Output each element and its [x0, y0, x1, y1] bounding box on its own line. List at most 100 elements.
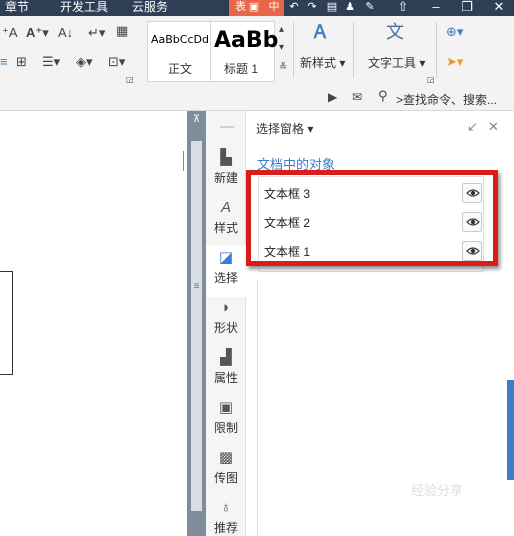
command-search-input[interactable]: >查找命令、搜索...	[396, 91, 497, 108]
user-icon[interactable]: ♟	[344, 1, 356, 13]
new-style-icon[interactable]: Ａ	[311, 23, 329, 41]
select-icon: ◪	[218, 249, 234, 266]
sidebar-item-label: 属性	[213, 371, 238, 385]
tab-cloud-service[interactable]: 云服务	[132, 0, 168, 14]
select-pointer-icon[interactable]: ➤▾	[446, 54, 463, 70]
object-name: 文本框 3	[264, 187, 311, 201]
scroll-thumb[interactable]	[191, 141, 202, 511]
grip-icon[interactable]: ≡	[191, 281, 202, 295]
sidebar-item-label: 形状	[213, 321, 238, 335]
video-icon[interactable]: ▶	[328, 89, 337, 105]
object-list: 文本框 3 文本框 2 文本框 1	[258, 176, 484, 272]
pin-icon[interactable]: ⊼	[190, 114, 203, 127]
ribbon-divider	[293, 22, 294, 78]
tool-icon[interactable]: ✎	[364, 1, 376, 13]
drag-handle[interactable]	[220, 126, 234, 128]
style-normal[interactable]: AaBbCcDd 正文	[147, 21, 211, 82]
comment-icon[interactable]: ✉	[352, 89, 362, 105]
new-style-label[interactable]: 新样式 ▾	[300, 54, 345, 71]
sort-icon[interactable]: A↓	[58, 25, 73, 41]
sidebar-item-recommend[interactable]: ♁ 推荐	[206, 499, 246, 536]
grow-font-icon[interactable]: ⁺A	[2, 25, 18, 41]
pane-title: 选择窗格	[256, 122, 305, 136]
text-cursor	[183, 151, 184, 171]
style-h1-sample: AaBb	[214, 28, 279, 53]
restore-icon[interactable]: ❐	[456, 0, 478, 14]
sidebar-item-label: 推荐	[213, 521, 238, 535]
upload-image-icon: ▩	[218, 449, 234, 466]
new-style-text: 新样式	[300, 56, 337, 70]
selection-pane: 选择窗格 ▾ ↙ ✕ 文档中的对象 文本框 3 文本框 2 文本框 1	[246, 111, 514, 536]
sidebar-item-upload-image[interactable]: ▩ 传图	[206, 449, 246, 499]
pane-subtitle: 文档中的对象	[257, 157, 336, 172]
sidebar-item-property[interactable]: ▟ 属性	[206, 349, 246, 399]
sidebar-item-new[interactable]: ▙ 新建	[206, 149, 246, 199]
new-doc-icon: ▙	[220, 149, 232, 166]
task-pane-toolbar: ▙ 新建 A 样式 ◪ 选择 ◗ 形状 ▟ 属性 ▣ 限制 ▩ 传图 ♁ 推荐	[206, 111, 246, 536]
style-scroll-up-icon[interactable]: ▴	[279, 22, 284, 38]
column-icon[interactable]: ⊞	[16, 54, 27, 70]
document-canvas[interactable]	[0, 111, 187, 536]
quick-input-icon[interactable]: 中	[268, 1, 280, 13]
style-scroll-down-icon[interactable]: ▾	[279, 40, 284, 56]
list-item[interactable]: 文本框 3	[259, 179, 483, 208]
undo-icon[interactable]: ↶	[288, 1, 300, 13]
find-replace-icon[interactable]: ⊕▾	[446, 24, 463, 40]
style-more-icon[interactable]: ≚	[279, 60, 287, 76]
sidebar-item-label: 选择	[213, 271, 238, 285]
list-item[interactable]: 文本框 1	[259, 237, 483, 266]
object-name: 文本框 2	[264, 216, 311, 230]
fill-color-icon[interactable]: ◈▾	[76, 54, 93, 70]
list-item[interactable]: 文本框 2	[259, 208, 483, 237]
close-window-icon[interactable]: ✕	[488, 0, 510, 14]
font-size-up-icon[interactable]: A⁺▾	[26, 25, 49, 41]
text-tools-label[interactable]: 文字工具 ▾	[368, 54, 425, 71]
style-icon: A	[220, 199, 231, 216]
vertical-scrollbar[interactable]: ⊼ ≡	[187, 111, 206, 536]
redo-icon[interactable]: ↷	[306, 1, 318, 13]
recommend-icon: ♁	[220, 499, 232, 516]
collapse-ribbon-icon[interactable]: ⇧	[392, 0, 414, 14]
text-box-shape[interactable]	[0, 271, 13, 375]
ribbon-divider	[353, 22, 354, 78]
sidebar-item-style[interactable]: A 样式	[206, 199, 246, 249]
ribbon: ⁺A A⁺▾ A↓ ↵▾ ▦ ≡ ⊞ ☰▾ ◈▾ ⊡▾ AaBbCcDd 正文 …	[0, 16, 514, 85]
restrict-icon: ▣	[218, 399, 234, 416]
style-normal-sample: AaBbCcDd	[151, 33, 209, 46]
style-h1-name: 标题 1	[224, 62, 259, 76]
print-icon[interactable]: ▤	[326, 1, 338, 13]
text-tools-icon[interactable]: 文	[386, 23, 404, 41]
sidebar-item-shape[interactable]: ◗ 形状	[206, 299, 246, 349]
undock-icon[interactable]: ↙	[467, 119, 478, 135]
object-name: 文本框 1	[264, 245, 311, 259]
sidebar-item-select[interactable]: ◪ 选择	[206, 245, 246, 297]
ribbon-divider	[436, 22, 437, 78]
table-grid-icon[interactable]: ▦	[116, 23, 128, 39]
expand-pane-tab[interactable]	[507, 380, 514, 480]
search-icon[interactable]: ⚲	[378, 88, 388, 104]
sidebar-item-label: 限制	[213, 421, 238, 435]
property-icon: ▟	[220, 349, 232, 366]
pane-title-dropdown[interactable]: 选择窗格 ▾	[256, 120, 313, 137]
tab-table-tools-label: 表	[235, 1, 246, 13]
paragraph-marks-icon[interactable]: ↵▾	[88, 25, 105, 41]
justify-icon[interactable]: ≡	[0, 54, 8, 70]
quick-save-icon[interactable]: ▣	[248, 1, 260, 13]
visibility-eye-icon[interactable]	[462, 183, 482, 203]
minimize-icon[interactable]: –	[425, 0, 447, 14]
watermark: 经验分享	[411, 483, 464, 498]
line-spacing-icon[interactable]: ☰▾	[42, 54, 60, 70]
border-icon[interactable]: ⊡▾	[108, 54, 125, 70]
text-tools-text: 文字工具	[368, 56, 417, 70]
sidebar-item-label: 样式	[213, 221, 238, 235]
visibility-eye-icon[interactable]	[462, 212, 482, 232]
style-normal-name: 正文	[168, 62, 193, 76]
visibility-eye-icon[interactable]	[462, 241, 482, 261]
tab-developer-tools[interactable]: 开发工具	[60, 0, 108, 14]
style-heading-1[interactable]: AaBb 标题 1	[211, 21, 279, 82]
tab-chapter[interactable]: 章节	[5, 0, 29, 14]
pane-divider	[257, 281, 258, 536]
sidebar-item-label: 传图	[213, 471, 238, 485]
sidebar-item-restrict[interactable]: ▣ 限制	[206, 399, 246, 449]
close-pane-icon[interactable]: ✕	[488, 119, 499, 135]
